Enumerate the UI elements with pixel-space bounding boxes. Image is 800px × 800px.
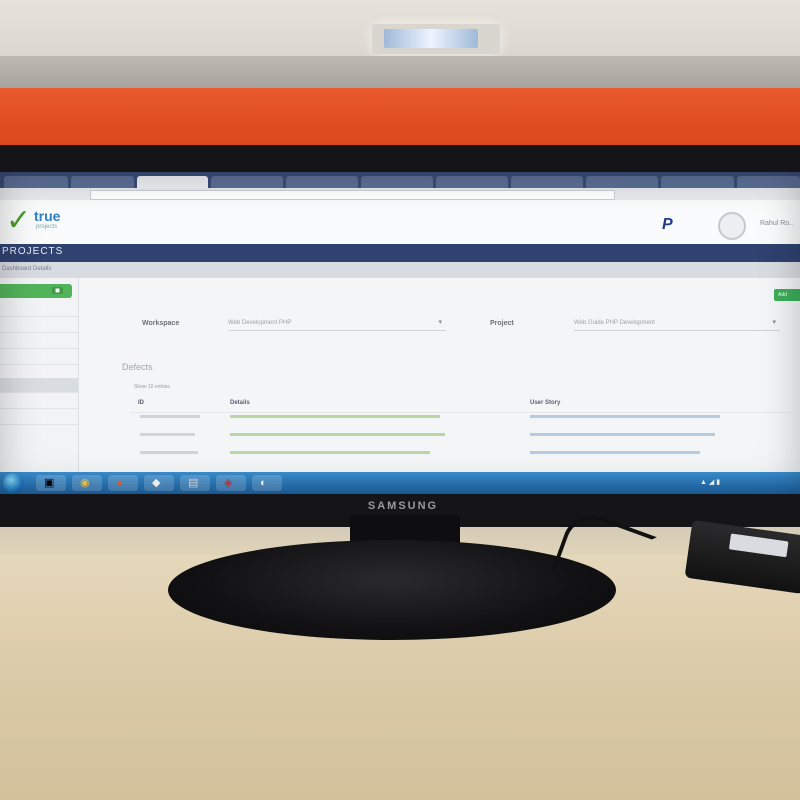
browser-tab[interactable] <box>210 176 283 188</box>
workspace-label: Workspace <box>142 320 180 327</box>
workspace-select[interactable]: Web Development PHP ▾ <box>228 316 446 331</box>
app-icon: ● <box>116 477 123 489</box>
partition-panel <box>0 88 800 150</box>
blur-line <box>140 451 198 454</box>
monitor-stand-base <box>168 540 616 640</box>
browser-tab[interactable] <box>285 176 358 188</box>
power-adapter-label <box>728 533 789 558</box>
start-button-icon[interactable] <box>3 473 23 493</box>
monitor-brand-logo: SAMSUNG <box>367 500 439 512</box>
sidebar-header-badge: ◼ <box>52 287 63 294</box>
app-header: ✓ true projects P Rahul Ro.. <box>0 200 800 244</box>
sidebar-item[interactable] <box>0 318 78 333</box>
browser-tab[interactable] <box>4 176 68 188</box>
blur-line <box>530 415 720 418</box>
sidebar-item[interactable] <box>0 334 78 349</box>
blur-line <box>230 451 430 454</box>
panel-title: Defects <box>122 362 153 372</box>
browser-tab[interactable] <box>586 176 659 188</box>
workspace-select-value: Web Development PHP <box>228 320 292 326</box>
p-brand-icon[interactable]: P <box>662 216 673 234</box>
monitor-screen: ✓ true projects P Rahul Ro.. PROJECTS Da… <box>0 172 800 494</box>
add-button[interactable]: Add <box>774 289 800 301</box>
project-select-value: Web Guide PHP Development <box>574 320 655 326</box>
browser-tab[interactable] <box>360 176 433 188</box>
section-header-bar: PROJECTS <box>0 244 800 262</box>
blur-line <box>530 451 700 454</box>
browser-tab[interactable] <box>511 176 584 188</box>
taskbar-app[interactable]: ● <box>108 475 138 491</box>
taskbar-app[interactable]: ◈ <box>216 475 246 491</box>
url-field[interactable] <box>90 190 615 200</box>
checkmark-logo-icon: ✓ <box>6 204 32 237</box>
logo-subtext: projects <box>36 224 58 230</box>
sidebar-item[interactable] <box>0 394 78 409</box>
taskbar-app[interactable]: ◐ <box>252 475 282 491</box>
blur-line <box>230 433 445 436</box>
user-name[interactable]: Rahul Ro.. <box>760 220 793 227</box>
breadcrumb-bar: Dashboard Details <box>0 262 800 278</box>
project-select[interactable]: Web Guide PHP Development ▾ <box>574 316 780 331</box>
blur-line <box>530 433 715 436</box>
app-icon: ◈ <box>224 477 233 489</box>
sidebar-item-active[interactable] <box>0 378 78 393</box>
breadcrumb[interactable]: Dashboard Details <box>2 266 51 272</box>
windows-taskbar: ▣ ◉ ● ◆ ▤ ◈ ◐ ▲ ◢ ▮ <box>0 472 800 494</box>
blur-line <box>140 415 200 418</box>
taskbar-app[interactable]: ◆ <box>144 475 174 491</box>
sidebar-header[interactable]: ◼ <box>0 284 72 298</box>
avatar[interactable] <box>718 212 746 240</box>
taskbar-app[interactable]: ◉ <box>72 475 102 491</box>
app-icon: ◆ <box>152 477 161 489</box>
partition-rail <box>0 56 800 92</box>
chevron-down-icon: ▾ <box>438 319 442 326</box>
logo-text[interactable]: true <box>34 208 60 224</box>
project-label: Project <box>490 320 514 327</box>
system-tray-icons[interactable]: ▲ ◢ ▮ <box>700 478 720 486</box>
browser-tab-active[interactable] <box>137 176 208 188</box>
ceiling-light <box>372 24 500 54</box>
page-title: PROJECTS <box>2 246 64 257</box>
chrome-icon: ◉ <box>80 477 90 489</box>
ceiling-light-panel <box>384 29 478 48</box>
sidebar-item[interactable] <box>0 350 78 365</box>
sidebar-item[interactable] <box>0 302 78 317</box>
table-text-blur <box>140 415 720 454</box>
sidebar: ◼ <box>0 278 79 478</box>
sidebar-item[interactable] <box>0 410 78 425</box>
taskbar-app[interactable]: ▣ <box>36 475 66 491</box>
taskbar-app[interactable]: ▤ <box>180 475 210 491</box>
app-icon: ▤ <box>188 477 199 489</box>
browser-tab-bar <box>0 172 800 188</box>
folder-icon: ▣ <box>44 477 55 489</box>
browser-tab[interactable] <box>70 176 135 188</box>
blur-line <box>140 433 195 436</box>
app-icon: ◐ <box>260 477 267 489</box>
chevron-down-icon: ▾ <box>772 319 776 326</box>
blur-line <box>230 415 440 418</box>
browser-tab[interactable] <box>435 176 509 188</box>
browser-tab[interactable] <box>736 176 800 188</box>
show-entries-select[interactable]: Show 10 entries <box>134 384 170 390</box>
browser-tab[interactable] <box>661 176 734 188</box>
